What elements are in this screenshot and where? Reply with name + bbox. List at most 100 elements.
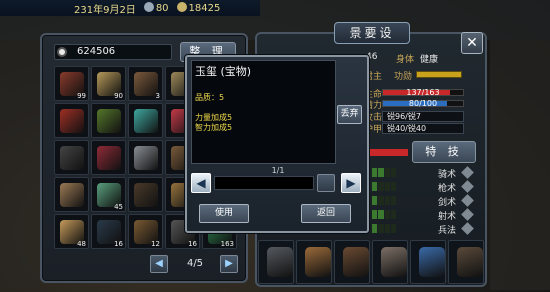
money-display: 624506 [54, 44, 172, 60]
inventory-slot[interactable] [128, 103, 163, 138]
page-indicator: 4/5 [186, 258, 204, 269]
item-count-label: 1/1 [271, 166, 285, 175]
item-icon [134, 183, 158, 207]
merit-label: 功勋 [394, 72, 413, 82]
inventory-pager: ◀ 4/5 ▶ [150, 255, 238, 275]
gem-icon [461, 208, 474, 221]
inventory-slot[interactable]: 3 [128, 66, 163, 101]
red-bar [366, 149, 408, 156]
proficiency-row: 射术 [372, 208, 478, 222]
increase-quantity-arrow[interactable]: ▶ [341, 173, 361, 193]
equipment-slot[interactable] [448, 240, 484, 284]
inventory-slot[interactable]: 12 [128, 214, 163, 249]
proficiency-level-pips [372, 196, 396, 205]
proficiency-row: 骑术 [372, 166, 478, 180]
item-attribute-intellect: 智力加成5 [195, 123, 233, 132]
item-count: 48 [77, 240, 86, 248]
item-name: 玉玺 (宝物) [195, 65, 252, 78]
item-count: 45 [114, 203, 123, 211]
merit-bar [416, 71, 462, 78]
equipment-icon [343, 247, 369, 277]
next-page-button[interactable]: ▶ [220, 255, 238, 273]
decrease-quantity-arrow[interactable]: ◀ [191, 173, 211, 193]
equipment-icon [419, 247, 445, 277]
equipment-slot[interactable] [372, 240, 408, 284]
inventory-slot[interactable]: 48 [54, 214, 89, 249]
gold-counter: 18425 [176, 2, 220, 14]
item-icon [134, 72, 158, 96]
hp-bar: 137/163 [382, 88, 464, 97]
gem-icon [461, 166, 474, 179]
quantity-slider-thumb[interactable] [317, 174, 335, 192]
gem-icon [461, 222, 474, 235]
item-count: 99 [77, 92, 86, 100]
item-icon [60, 109, 84, 133]
inventory-slot[interactable]: 99 [54, 66, 89, 101]
equipment-slot[interactable] [258, 240, 294, 284]
proficiency-level-pips [372, 182, 396, 191]
inventory-slot[interactable]: 90 [91, 66, 126, 101]
proficiency-name: 射术 [437, 212, 456, 222]
item-icon [60, 146, 84, 170]
grain-icon [143, 2, 154, 12]
proficiency-name: 骑术 [437, 170, 456, 180]
hp-value: 137/163 [406, 88, 440, 97]
item-quality: 品质：5 [195, 93, 225, 102]
top-status-bar: 231年9月2日 80 18425 [0, 0, 260, 16]
gold-coin-icon [176, 2, 187, 12]
item-count: 3 [155, 92, 160, 100]
proficiency-level-pips [372, 210, 396, 219]
discard-button[interactable]: 丢弃 [337, 105, 362, 124]
proficiency-row: 剑术 [372, 194, 478, 208]
character-name-title: 景要设 [334, 22, 410, 44]
inventory-slot[interactable] [54, 103, 89, 138]
inventory-slot[interactable] [54, 177, 89, 212]
inventory-slot[interactable] [128, 140, 163, 175]
item-count: 90 [114, 92, 123, 100]
inventory-slot[interactable] [91, 140, 126, 175]
equipment-slot[interactable] [334, 240, 370, 284]
grain-counter: 80 [143, 2, 169, 14]
equipment-slot[interactable] [410, 240, 446, 284]
quantity-slider[interactable] [214, 176, 314, 190]
proficiency-name: 剑术 [437, 198, 456, 208]
inventory-slot[interactable] [91, 103, 126, 138]
proficiency-row: 枪术 [372, 180, 478, 194]
prev-page-button[interactable]: ◀ [150, 255, 168, 273]
sp-bar: 80/100 [382, 99, 464, 108]
gem-icon [461, 194, 474, 207]
inventory-slot[interactable]: 45 [91, 177, 126, 212]
item-icon [97, 146, 121, 170]
inventory-slot[interactable] [54, 140, 89, 175]
item-icon [60, 183, 84, 207]
proficiency-name: 枪术 [437, 184, 456, 194]
special-skill-button[interactable]: 特 技 [412, 141, 476, 163]
inventory-slot[interactable]: 16 [91, 214, 126, 249]
body-value: 健康 [420, 55, 439, 65]
equipment-icon [381, 247, 407, 277]
inventory-slot[interactable] [128, 177, 163, 212]
item-icon [97, 109, 121, 133]
item-count: 12 [151, 240, 160, 248]
proficiency-level-pips [372, 224, 396, 233]
close-button[interactable]: ✕ [461, 32, 483, 54]
proficiency-level-pips [372, 168, 396, 177]
equipment-icon [305, 247, 331, 277]
item-icon [134, 146, 158, 170]
sp-value: 80/100 [408, 99, 438, 108]
equipment-icon [267, 247, 293, 277]
proficiency-name: 兵法 [437, 226, 456, 236]
use-button[interactable]: 使用 [199, 204, 249, 223]
equipment-row [258, 240, 484, 284]
back-button[interactable]: 返回 [301, 204, 351, 223]
attack-value: 锐96/锐7 [382, 111, 464, 122]
coin-icon [57, 47, 67, 57]
equipment-slot[interactable] [296, 240, 332, 284]
item-count: 163 [220, 240, 234, 248]
gem-icon [461, 180, 474, 193]
item-icon [134, 109, 158, 133]
proficiency-row: 兵法 [372, 222, 478, 236]
item-count: 16 [114, 240, 123, 248]
body-label: 身体 [396, 55, 415, 65]
armor-value: 锐40/锐40 [382, 123, 464, 134]
